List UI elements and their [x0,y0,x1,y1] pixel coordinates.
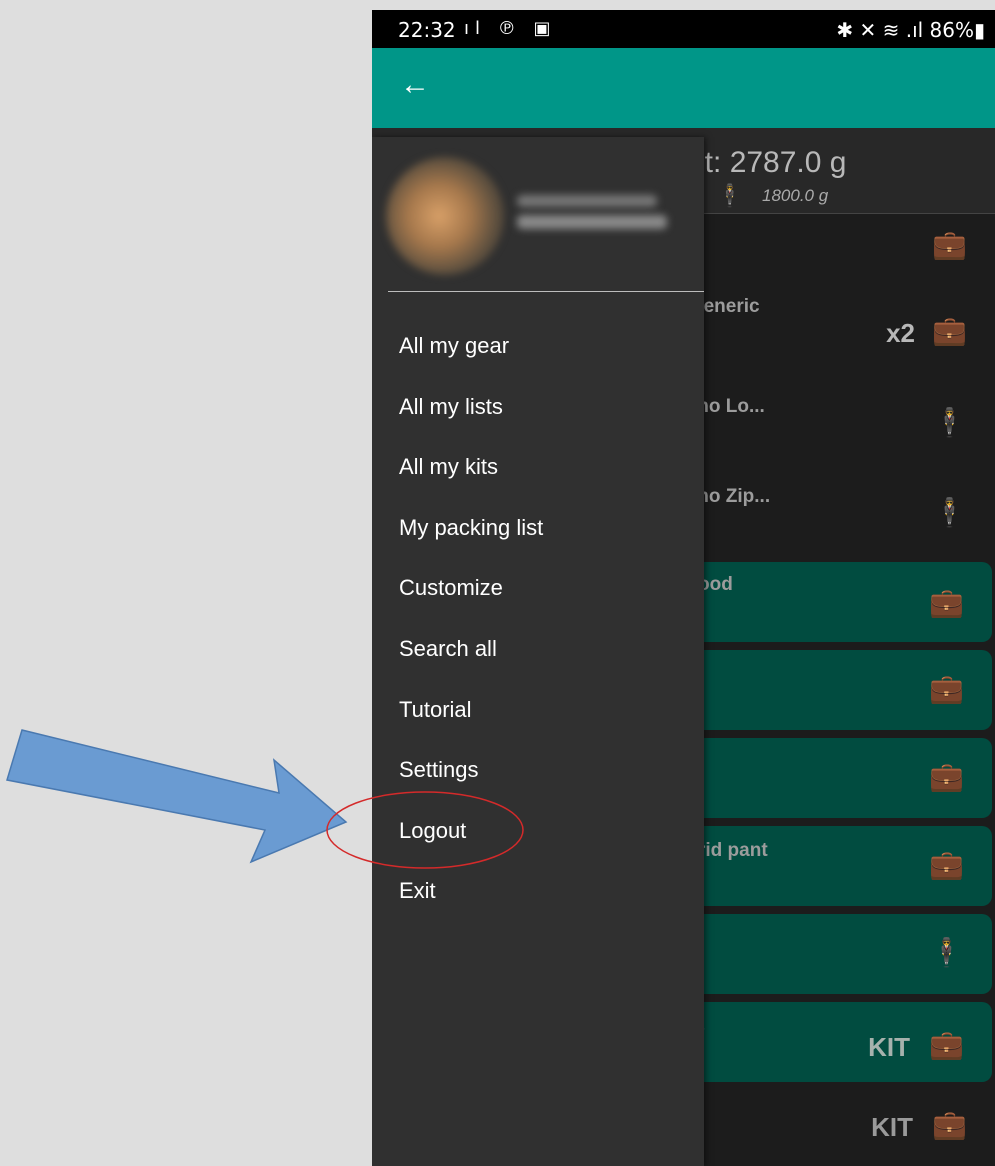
drawer-divider [388,291,704,292]
menu-item-search-all[interactable]: Search all [372,620,704,681]
briefcase-icon: 💼 [929,587,964,618]
total-weight: nt: 2787.0 g [688,146,847,179]
navigation-drawer: All my gear All my lists All my kits My … [372,137,704,1166]
menu-item-tutorial[interactable]: Tutorial [372,681,704,742]
item-quantity: x2 [886,318,915,348]
briefcase-icon: 💼 [929,849,964,880]
worn-weight: 1800.0 g [762,186,829,205]
drawer-menu: All my gear All my lists All my kits My … [372,317,704,923]
list-item[interactable]: 💼 [690,738,992,818]
person-icon: 🕴 [932,407,967,438]
menu-item-my-packing-list[interactable]: My packing list [372,499,704,560]
menu-item-all-my-kits[interactable]: All my kits [372,438,704,499]
list-item[interactable]: 🕴 [690,914,992,994]
blurred-user-email [517,215,667,229]
menu-item-logout[interactable]: Logout [372,802,704,863]
briefcase-icon: 💼 [932,1109,967,1140]
screenshot-page: 22:32 ıl ℗ ▣ ✱ ✕ ≋ .ıl 86%▮ ← nt: 2787.0… [0,0,995,1166]
item-name: rid pant [698,840,768,861]
briefcase-icon: 💼 [929,673,964,704]
menu-item-all-my-gear[interactable]: All my gear [372,317,704,378]
list-item[interactable]: t KIT 💼 [690,1002,992,1082]
kit-label: KIT [868,1032,910,1062]
notification-icons: ıl ℗ ▣ [464,18,557,39]
drawer-profile [372,137,704,292]
phone-screen: 22:32 ıl ℗ ▣ ✱ ✕ ≋ .ıl 86%▮ ← nt: 2787.0… [372,10,995,1166]
menu-item-settings[interactable]: Settings [372,741,704,802]
person-icon: 🕴 [716,183,744,208]
briefcase-icon: 💼 [932,229,967,260]
briefcase-icon: 💼 [932,315,967,346]
status-bar: 22:32 ıl ℗ ▣ ✱ ✕ ≋ .ıl 86%▮ [372,10,995,48]
menu-item-exit[interactable]: Exit [372,862,704,923]
system-status-icons: ✱ ✕ ≋ .ıl 86%▮ [836,18,985,42]
person-icon: 🕴 [929,937,964,968]
briefcase-icon: 💼 [929,761,964,792]
arrow-left-icon[interactable]: ← [400,70,430,100]
person-icon: 🕴 [932,497,967,528]
status-time: 22:32 [398,18,456,42]
briefcase-icon: 💼 [929,1029,964,1060]
avatar[interactable] [386,157,504,275]
menu-item-all-my-lists[interactable]: All my lists [372,378,704,439]
menu-item-customize[interactable]: Customize [372,559,704,620]
annotation-arrow [6,729,348,864]
list-item[interactable]: 💼 [690,650,992,730]
app-bar: ← [372,48,995,128]
kit-label: KIT [871,1112,913,1142]
blurred-user-name [517,195,657,207]
list-item[interactable]: ood 💼 [690,562,992,642]
list-item[interactable]: rid pant 💼 [690,826,992,906]
